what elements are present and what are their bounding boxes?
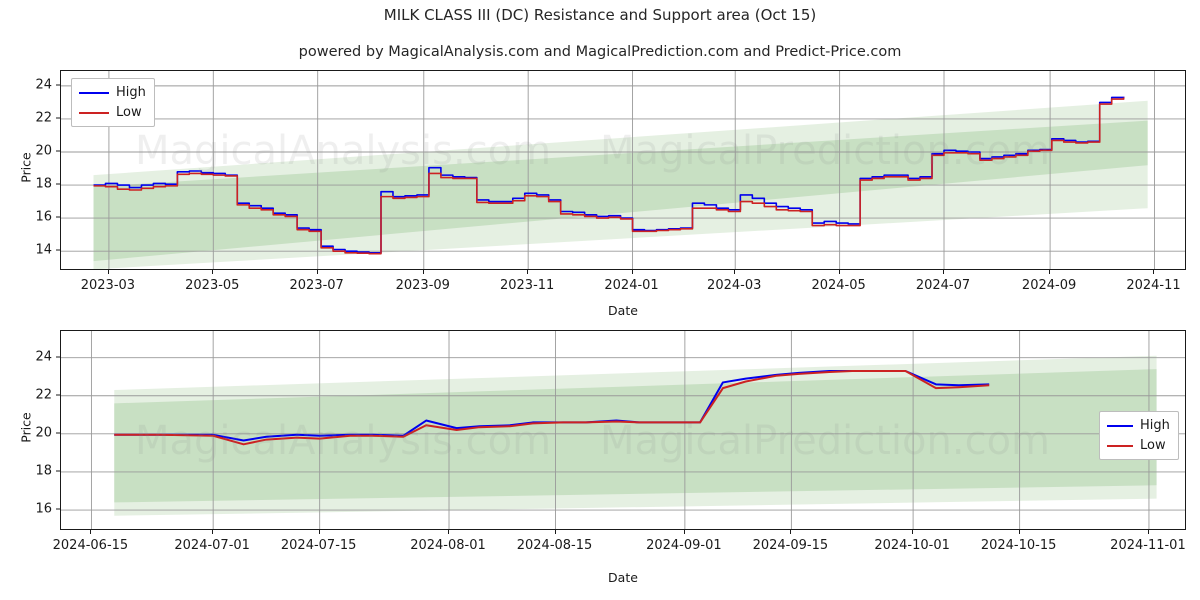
x-tick-mark [1018,530,1020,534]
x-tick-mark [790,530,792,534]
y-tick-mark [56,249,60,251]
x-tick-label: 2024-10-15 [980,538,1057,553]
legend-swatch-high [79,91,109,94]
x-tick-label: 2024-09 [1021,278,1077,293]
upper-plot-svg [61,71,1185,269]
x-tick-label: 2023-07 [289,278,344,293]
y-tick-mark [56,183,60,185]
upper-y-axis-label: Price [18,152,34,183]
y-tick-mark [56,150,60,152]
x-tick-label: 2024-09-01 [646,538,722,553]
x-tick-mark [1147,530,1149,534]
legend-item-low[interactable]: Low [79,104,146,121]
y-tick-mark [56,84,60,86]
x-tick-label: 2024-11-01 [1110,538,1186,553]
legend-item-high[interactable]: High [79,84,146,101]
x-tick-mark [527,270,529,274]
x-tick-label: 2023-03 [80,278,136,293]
y-tick-label: 24 [35,349,52,365]
x-tick-label: 2024-10-01 [874,538,950,553]
x-tick-label: 2024-11 [1126,278,1181,293]
y-tick-label: 16 [35,501,52,517]
x-tick-mark [734,270,736,274]
legend-label-low: Low [116,105,142,120]
y-tick-mark [56,394,60,396]
y-tick-label: 18 [35,463,52,479]
lower-plot-area [60,330,1186,530]
x-tick-label: 2023-05 [185,278,240,293]
x-tick-label: 2024-08-01 [410,538,486,553]
x-tick-mark [1153,270,1155,274]
legend-label-high: High [1140,418,1170,433]
x-tick-mark [316,270,318,274]
legend-label-low: Low [1140,438,1166,453]
legend-swatch-low [79,111,109,114]
upper-chart-panel [60,70,1186,270]
y-tick-label: 22 [35,110,52,126]
x-tick-label: 2024-06-15 [52,538,129,553]
x-tick-mark [107,270,109,274]
x-tick-mark [1049,270,1051,274]
x-tick-mark [422,270,424,274]
legend-item-low[interactable]: Low [1107,437,1170,454]
y-tick-label: 24 [35,77,52,93]
x-tick-mark [448,530,449,534]
y-tick-mark [56,508,60,510]
x-tick-label: 2024-03 [707,278,762,293]
x-tick-label: 2024-07-01 [174,538,250,553]
y-tick-mark [56,117,60,119]
y-tick-label: 16 [35,209,52,225]
x-tick-mark [554,530,556,534]
x-tick-mark [318,530,320,534]
legend-swatch-high [1107,424,1133,427]
x-tick-label: 2024-01 [604,278,659,293]
lower-legend[interactable]: High Low [1099,411,1179,460]
x-tick-mark [912,530,914,534]
page-title: MILK CLASS III (DC) Resistance and Suppo… [383,6,817,24]
x-tick-label: 2024-07 [915,278,971,293]
upper-legend[interactable]: High Low [71,78,155,127]
page-subtitle: powered by MagicalAnalysis.com and Magic… [298,44,902,60]
x-tick-mark [212,270,214,274]
y-tick-mark [56,470,60,472]
x-tick-label: 2024-07-15 [280,538,357,553]
y-tick-mark [56,356,60,358]
chart-page: MILK CLASS III (DC) Resistance and Suppo… [0,0,1200,600]
upper-plot-area [60,70,1186,270]
x-tick-mark [90,530,92,534]
x-tick-mark [212,530,214,534]
y-tick-mark [56,432,60,434]
legend-item-high[interactable]: High [1107,417,1170,434]
lower-chart-panel [60,330,1186,530]
legend-label-high: High [116,85,146,100]
y-tick-label: 14 [35,242,52,258]
x-tick-mark [631,270,633,274]
x-tick-label: 2024-05 [811,278,866,293]
upper-x-axis-label: Date [608,303,638,318]
x-tick-label: 2023-11 [499,278,555,293]
legend-swatch-low [1107,444,1133,447]
x-tick-label: 2024-09-15 [752,538,829,553]
y-tick-mark [56,216,60,218]
x-tick-mark [943,270,944,274]
x-tick-label: 2024-08-15 [516,538,593,553]
lower-x-axis-label: Date [608,570,638,585]
lower-y-axis-label: Price [18,412,34,443]
x-tick-mark [838,270,840,274]
lower-plot-svg [61,331,1185,529]
x-tick-mark [683,530,685,534]
x-tick-label: 2023-09 [395,278,450,293]
